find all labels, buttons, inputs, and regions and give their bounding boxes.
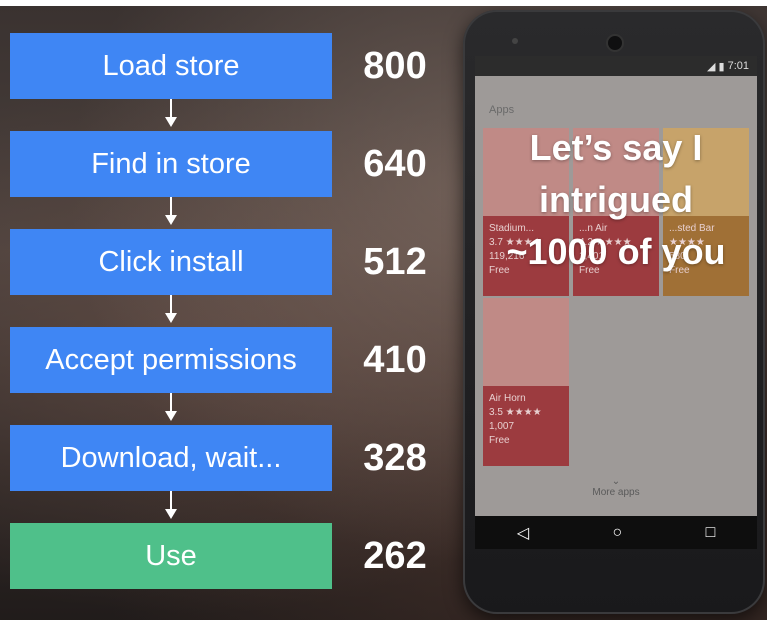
phone-sensor — [512, 38, 518, 44]
app-rating: 3.5 ★★★★ — [489, 407, 542, 418]
down-arrow-icon — [163, 393, 179, 425]
step-use: Use — [10, 523, 332, 589]
signal-icon: ◢ ▮ — [706, 60, 728, 73]
app-info: Air Horn 3.5 ★★★★ 1,007 Free — [483, 386, 569, 466]
step-click-install: Click install — [10, 229, 332, 295]
frame-right — [767, 0, 773, 628]
air-horn-thumbnail — [483, 298, 569, 386]
count-accept-permissions: 410 — [363, 338, 427, 381]
down-arrow-icon — [163, 197, 179, 229]
app-name: Air Horn — [489, 393, 526, 404]
count-download-wait: 328 — [363, 436, 427, 479]
nav-bar: ◁ ○ □ — [475, 516, 757, 549]
step-load-store: Load store — [10, 33, 332, 99]
back-icon[interactable]: ◁ — [517, 523, 529, 543]
apps-section-label: Apps — [489, 104, 515, 116]
count-load-store: 800 — [363, 44, 427, 87]
status-bar: ◢ ▮ 7:01 — [475, 56, 757, 76]
more-apps-label: More apps — [592, 487, 640, 498]
home-icon[interactable]: ○ — [612, 524, 622, 542]
overlay-line-2: intrigued — [539, 179, 693, 220]
count-find-in-store: 640 — [363, 142, 427, 185]
step-find-in-store: Find in store — [10, 131, 332, 197]
phone-camera — [606, 34, 624, 52]
recent-apps-icon[interactable]: □ — [706, 524, 716, 542]
overlay-line-3: ~1000 of you — [506, 231, 726, 272]
frame-bottom — [0, 620, 773, 628]
count-use: 262 — [363, 534, 427, 577]
overlay-caption: Let’s say I intrigued ~1000 of you — [475, 122, 757, 278]
more-apps-link[interactable]: ⌄ More apps — [475, 476, 757, 506]
chevron-down-icon: ⌄ — [611, 476, 621, 487]
app-card[interactable]: Air Horn 3.5 ★★★★ 1,007 Free — [483, 298, 569, 466]
step-download-wait: Download, wait... — [10, 425, 332, 491]
overlay-line-1: Let’s say I — [529, 127, 703, 168]
down-arrow-icon — [163, 491, 179, 523]
app-price: Free — [489, 435, 510, 446]
app-reviews: 1,007 — [489, 421, 515, 432]
step-accept-permissions: Accept permissions — [10, 327, 332, 393]
count-click-install: 512 — [363, 240, 427, 283]
frame-top — [0, 0, 773, 6]
status-time: 7:01 — [727, 60, 749, 72]
down-arrow-icon — [163, 295, 179, 327]
down-arrow-icon — [163, 99, 179, 131]
